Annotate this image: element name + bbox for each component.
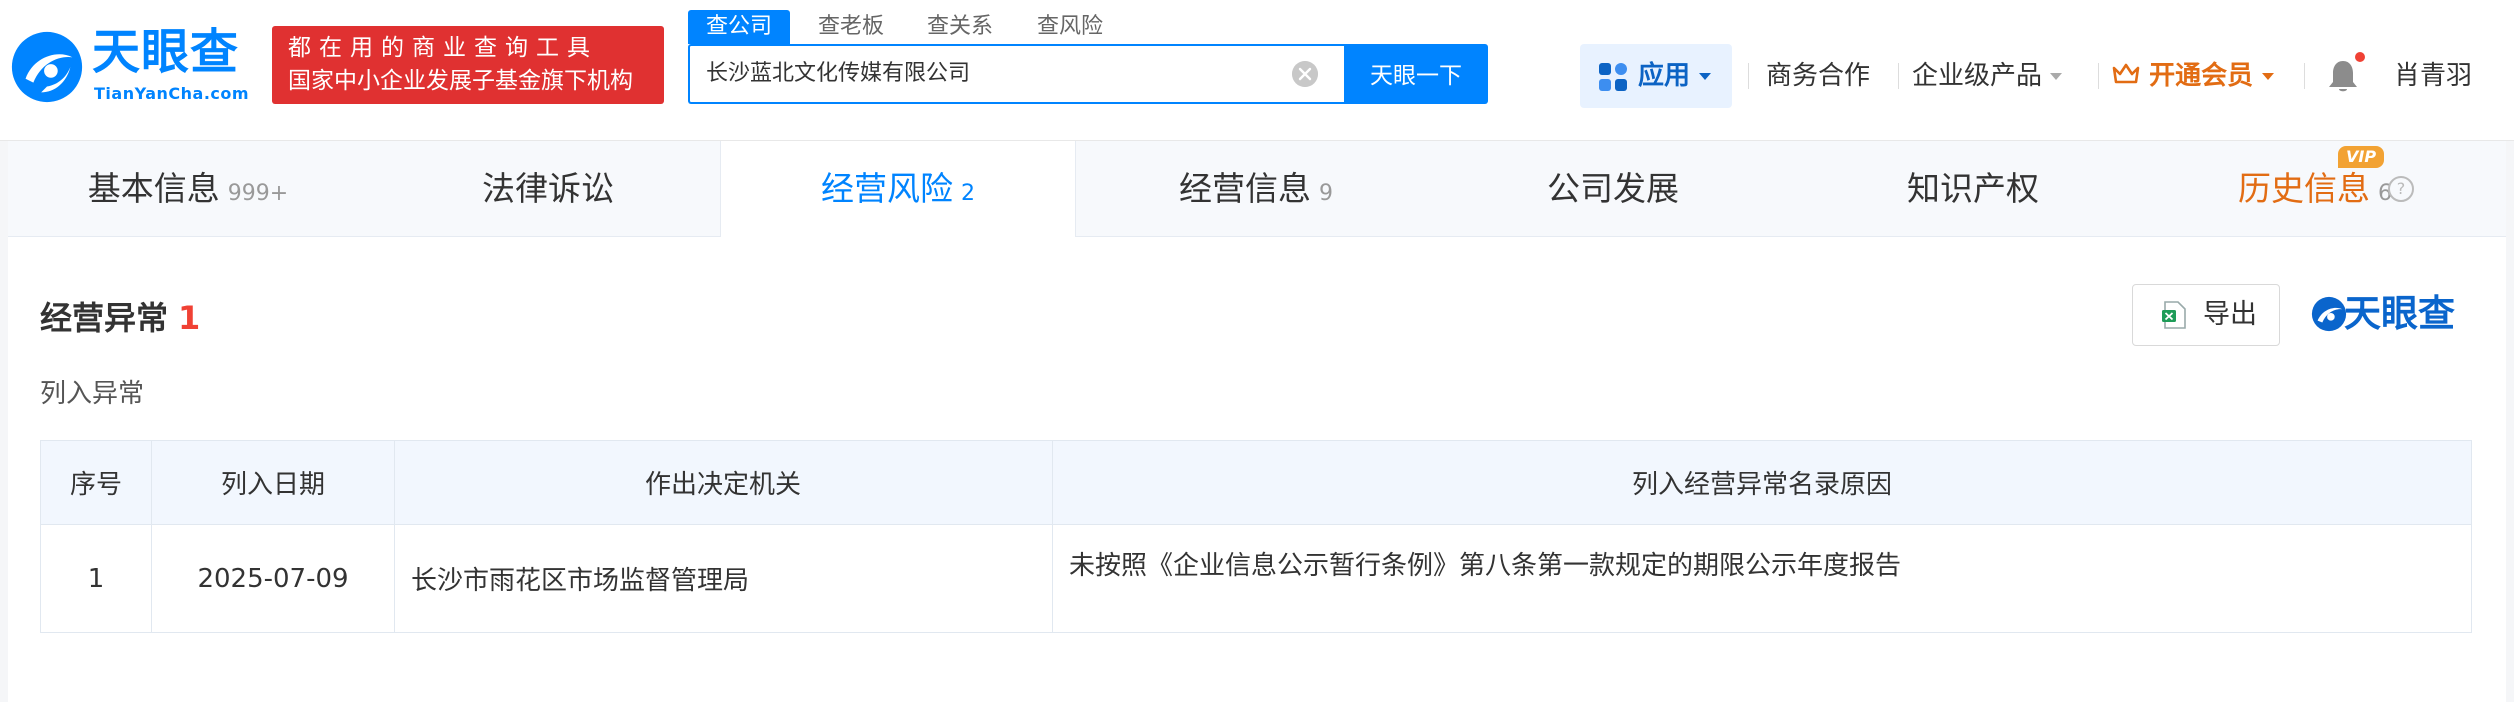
tab-label: 经营信息 — [1179, 169, 1311, 208]
nav-open-vip[interactable]: 开通会员 — [2112, 44, 2275, 108]
table-row: 1 2025-07-09 长沙市雨花区市场监督管理局 未按照《企业信息公示暂行条… — [40, 524, 2472, 633]
excel-icon — [2162, 301, 2186, 329]
tianyancha-logo-icon[interactable] — [8, 28, 86, 106]
column-header: 列入经营异常名录原因 — [1052, 440, 2472, 525]
banner-line-2: 国家中小企业发展子基金旗下机构 — [288, 68, 633, 94]
bell-icon[interactable] — [2326, 58, 2360, 94]
tab-label: 公司发展 — [1547, 169, 1679, 208]
search-input[interactable]: 长沙蓝北文化传媒有限公司 — [688, 44, 1344, 104]
section-count: 1 — [178, 299, 201, 337]
divider — [1898, 63, 1899, 89]
tab-label: 经营风险 — [821, 169, 953, 208]
row-authority[interactable]: 长沙市雨花区市场监督管理局 — [394, 524, 1053, 633]
tab-label: 知识产权 — [1907, 169, 2039, 208]
chevron-down-icon — [1699, 73, 1712, 80]
search-tab-boss[interactable]: 查老板 — [818, 10, 884, 44]
tab-business-risk[interactable]: 经营风险 2 — [720, 141, 1076, 237]
nav-enterprise-products[interactable]: 企业级产品 — [1912, 44, 2063, 108]
export-label: 导出 — [2203, 299, 2257, 330]
column-header: 作出决定机关 — [394, 440, 1053, 525]
company-tabs: 基本信息 999+ 法律诉讼 经营风险 2 经营信息 9 公司发展 知识产权 历史信息… — [8, 141, 2506, 237]
row-date: 2025-07-09 — [151, 524, 395, 633]
divider — [2304, 63, 2305, 89]
clear-icon[interactable] — [1292, 61, 1318, 87]
apps-menu[interactable]: 应用 — [1580, 44, 1732, 108]
vip-badge: VIP — [2338, 146, 2385, 168]
user-name: 肖青羽 — [2394, 61, 2473, 91]
banner-line-1: 都在用的商业查询工具 — [288, 35, 598, 61]
chevron-down-icon — [2050, 73, 2063, 80]
search-tab-relation[interactable]: 查关系 — [927, 10, 993, 44]
section-title: 经营异常 1 — [40, 298, 200, 338]
tab-label: 法律诉讼 — [482, 169, 614, 208]
nav-business-cooperation[interactable]: 商务合作 — [1766, 44, 1870, 108]
tab-company-development[interactable]: 公司发展 — [1438, 141, 1788, 236]
logo-domain: TianYanCha.com — [94, 84, 250, 103]
tab-count: 999+ — [227, 181, 289, 206]
nav-enterprise-label: 企业级产品 — [1912, 61, 2043, 91]
notification-dot — [2355, 52, 2365, 62]
search-button[interactable]: 天眼一下 — [1344, 44, 1488, 104]
tab-label: 历史信息 — [2238, 169, 2370, 208]
tab-basic-info[interactable]: 基本信息 999+ — [8, 141, 368, 236]
top-header: 天眼查 TianYanCha.com 都在用的商业查询工具 国家中小企业发展子基… — [0, 0, 2514, 141]
column-header: 序号 — [40, 440, 152, 525]
search-input-value[interactable]: 长沙蓝北文化传媒有限公司 — [706, 46, 970, 102]
divider — [1748, 63, 1749, 89]
watermark-text: 天眼查 — [2344, 292, 2455, 335]
user-menu[interactable]: 肖青羽 — [2394, 44, 2472, 108]
tab-label: 基本信息 — [87, 169, 220, 208]
row-index: 1 — [40, 524, 152, 633]
vip-label: 开通会员 — [2149, 61, 2254, 91]
table-header-row: 序号 列入日期 作出决定机关 列入经营异常名录原因 — [40, 440, 2472, 525]
export-button[interactable]: 导出 — [2132, 284, 2280, 346]
tab-count: 2 — [961, 181, 975, 206]
tab-business-info[interactable]: 经营信息 9 — [1074, 141, 1438, 236]
tab-count: 9 — [1319, 181, 1333, 206]
apps-grid-icon — [1599, 63, 1627, 91]
tab-intellectual-property[interactable]: 知识产权 — [1788, 141, 2158, 236]
search-tab-risk[interactable]: 查风险 — [1037, 10, 1103, 44]
chevron-down-icon — [2262, 73, 2275, 80]
promo-banner: 都在用的商业查询工具 国家中小企业发展子基金旗下机构 — [272, 26, 664, 104]
abnormal-operation-table: 序号 列入日期 作出决定机关 列入经营异常名录原因 1 2025-07-09 长… — [40, 440, 2472, 633]
section-subtitle: 列入异常 — [40, 379, 145, 409]
logo-text[interactable]: 天眼查 — [92, 22, 239, 82]
search-tab-company[interactable]: 查公司 — [688, 10, 791, 44]
row-reason: 未按照《企业信息公示暂行条例》第八条第一款规定的期限公示年度报告 — [1052, 524, 2472, 633]
apps-label: 应用 — [1638, 44, 1712, 108]
section-title-text: 经营异常 — [40, 299, 169, 337]
column-header: 列入日期 — [151, 440, 395, 525]
help-icon[interactable]: ? — [2388, 176, 2414, 202]
watermark-logo-icon — [2311, 296, 2347, 332]
crown-icon — [2112, 63, 2140, 84]
tab-legal[interactable]: 法律诉讼 — [368, 141, 728, 236]
divider — [2098, 63, 2099, 89]
